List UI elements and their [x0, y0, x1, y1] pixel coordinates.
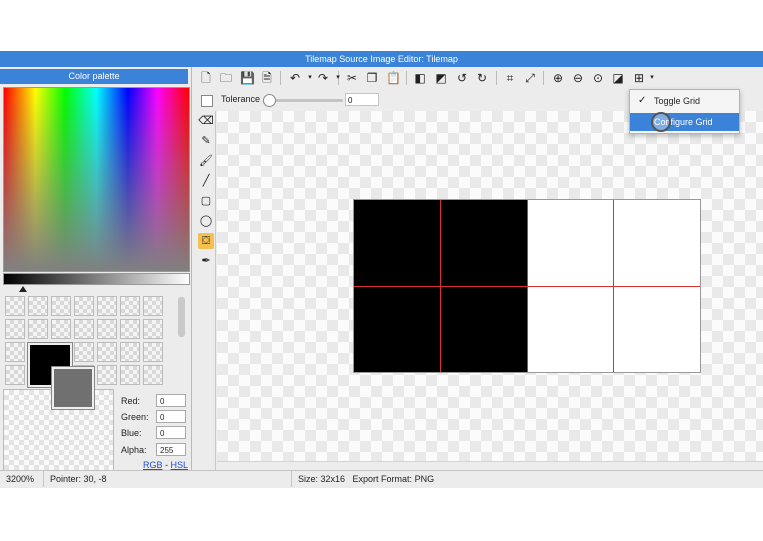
flip-horizontal-icon[interactable]: ◧ — [413, 71, 427, 85]
blue-field[interactable]: 0 — [156, 426, 186, 439]
rgb-mode-link[interactable]: RGB — [143, 460, 163, 470]
ellipse-icon[interactable]: ◯ — [198, 213, 214, 229]
status-size-format: Size: 32x16 Export Format: PNG — [292, 471, 592, 487]
tolerance-checkbox[interactable] — [201, 95, 213, 107]
rotate-left-icon[interactable]: ↺ — [455, 71, 469, 85]
palette-swatch[interactable] — [120, 296, 140, 316]
redo-dropdown-icon[interactable]: ▾ — [335, 71, 341, 85]
brush-icon[interactable]: 🖌 — [198, 153, 214, 169]
grayscale-marker[interactable] — [19, 286, 27, 292]
paste-icon[interactable]: 📋 — [386, 71, 401, 85]
tolerance-slider-thumb[interactable] — [263, 94, 276, 107]
alpha-label: Alpha: — [121, 445, 147, 455]
undo-icon[interactable]: ↶ — [288, 71, 302, 85]
status-pointer: Pointer: 30, -8 — [44, 471, 292, 487]
palette-swatch[interactable] — [5, 296, 25, 316]
palette-swatch[interactable] — [5, 319, 25, 339]
palette-swatch[interactable] — [143, 296, 163, 316]
palette-swatch[interactable] — [74, 319, 94, 339]
copy-icon[interactable]: ❐ — [365, 71, 379, 85]
tilemap-image[interactable] — [353, 199, 701, 373]
palette-swatch[interactable] — [120, 319, 140, 339]
toolbar-separator — [406, 71, 407, 85]
palette-swatch[interactable] — [51, 296, 71, 316]
palette-swatch[interactable] — [74, 342, 94, 362]
pen-icon[interactable]: ✎ — [198, 133, 214, 149]
crop-icon[interactable]: ⌗ — [503, 71, 517, 85]
tool-palette: ⌫ ✎ 🖌 ╱ ▢ ◯ ⛋ ✒ — [195, 111, 216, 473]
color-mode-links: RGB - HSL — [143, 460, 188, 470]
red-label: Red: — [121, 396, 141, 406]
status-bar: 3200% Pointer: 30, -8 Size: 32x16 Export… — [0, 470, 763, 487]
palette-swatch[interactable] — [120, 365, 140, 385]
status-zoom: 3200% — [0, 471, 44, 487]
palette-swatch[interactable] — [74, 296, 94, 316]
status-size: Size: 32x16 — [298, 474, 346, 484]
mode-separator: - — [162, 460, 171, 470]
palette-swatch[interactable] — [143, 365, 163, 385]
palette-swatch[interactable] — [28, 296, 48, 316]
palette-swatch[interactable] — [5, 365, 25, 385]
palette-swatch[interactable] — [143, 319, 163, 339]
palette-swatch[interactable] — [97, 296, 117, 316]
red-field[interactable]: 0 — [156, 394, 186, 407]
window-title: Tilemap Source Image Editor: Tilemap — [0, 51, 763, 67]
green-label: Green: — [121, 412, 149, 422]
grid-dropdown-icon[interactable]: ▾ — [649, 71, 655, 85]
fit-icon[interactable]: ◪ — [611, 71, 625, 85]
palette-swatch[interactable] — [120, 342, 140, 362]
new-file-icon[interactable]: 🗋 — [199, 71, 213, 85]
rotate-right-icon[interactable]: ↻ — [475, 71, 489, 85]
palette-swatch[interactable] — [97, 365, 117, 385]
tolerance-value[interactable]: 0 — [345, 93, 379, 106]
resize-icon[interactable]: ⤢ — [523, 71, 537, 85]
mouse-cursor-indicator — [651, 112, 671, 132]
tolerance-slider-track[interactable] — [265, 99, 343, 102]
canvas-horizontal-scrollbar[interactable] — [217, 461, 763, 470]
flip-vertical-icon[interactable]: ◩ — [434, 71, 448, 85]
color-spectrum-picker[interactable] — [3, 87, 190, 272]
rectangle-icon[interactable]: ▢ — [198, 193, 214, 209]
swatch-scrollbar[interactable] — [178, 297, 185, 337]
cut-icon[interactable]: ✂ — [345, 71, 359, 85]
grid-icon[interactable]: ⊞ — [632, 71, 646, 85]
blue-label: Blue: — [121, 428, 142, 438]
redo-icon[interactable]: ↷ — [316, 71, 330, 85]
save-icon[interactable]: 💾 — [240, 71, 255, 85]
palette-swatch[interactable] — [97, 319, 117, 339]
grid-dropdown-menu: ✓ Toggle Grid Configure Grid — [629, 89, 740, 134]
palette-swatch[interactable] — [28, 319, 48, 339]
color-palette-header: Color palette — [0, 69, 188, 84]
toolbar-separator — [280, 71, 281, 85]
menu-item-configure-grid[interactable]: Configure Grid — [630, 113, 739, 131]
zoom-in-icon[interactable]: ⊕ — [551, 71, 565, 85]
fill-bucket-icon[interactable]: ⛋ — [198, 233, 214, 249]
toolbar-separator — [496, 71, 497, 85]
toolbar-separator — [543, 71, 544, 85]
open-folder-icon[interactable]: 🗀 — [219, 71, 233, 85]
zoom-reset-icon[interactable]: ⊙ — [591, 71, 605, 85]
menu-item-label: Toggle Grid — [654, 96, 701, 106]
menu-item-toggle-grid[interactable]: ✓ Toggle Grid — [630, 92, 739, 110]
save-as-icon[interactable]: 🗎 — [260, 71, 274, 85]
background-color-swatch[interactable] — [52, 367, 94, 409]
undo-dropdown-icon[interactable]: ▾ — [307, 71, 313, 85]
grid-line-horizontal — [354, 286, 700, 287]
grayscale-bar[interactable] — [3, 273, 190, 285]
green-field[interactable]: 0 — [156, 410, 186, 423]
eraser-icon[interactable]: ⌫ — [198, 113, 214, 129]
hsl-mode-link[interactable]: HSL — [171, 460, 189, 470]
alpha-field[interactable]: 255 — [156, 443, 186, 456]
checkmark-icon: ✓ — [638, 95, 647, 106]
line-icon[interactable]: ╱ — [198, 173, 214, 189]
palette-swatch[interactable] — [97, 342, 117, 362]
tolerance-label: Tolerance — [221, 94, 261, 104]
eyedropper-icon[interactable]: ✒ — [198, 253, 214, 269]
zoom-out-icon[interactable]: ⊖ — [571, 71, 585, 85]
palette-swatch[interactable] — [143, 342, 163, 362]
palette-swatch[interactable] — [51, 319, 71, 339]
status-export-format: Export Format: PNG — [352, 474, 435, 484]
palette-swatch[interactable] — [5, 342, 25, 362]
